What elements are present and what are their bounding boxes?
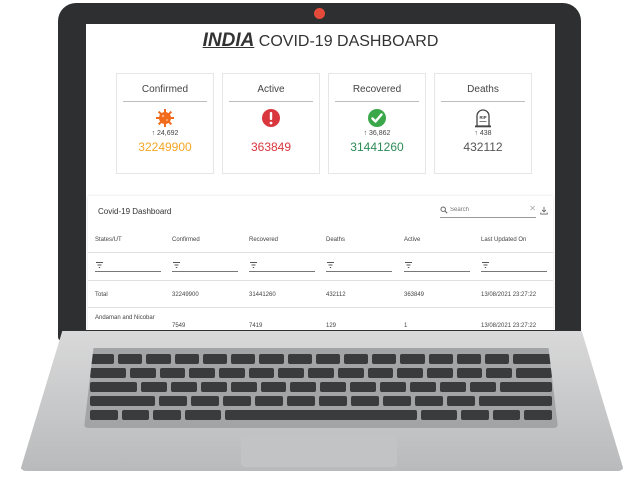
table-cell: Andaman and Nicobar bbox=[95, 315, 155, 321]
column-header-active[interactable]: Active bbox=[404, 237, 420, 243]
card-active[interactable]: Active 0 363849 bbox=[222, 73, 320, 174]
page-title: INDIA COVID-19 DASHBOARD bbox=[86, 30, 555, 52]
filter-input-confirmed[interactable] bbox=[172, 260, 238, 272]
filter-input-active[interactable] bbox=[404, 260, 470, 272]
table-cell: 13/08/2021 23:27:22 bbox=[481, 292, 537, 298]
card-deaths[interactable]: Deaths RIP ↑ 438 432112 bbox=[434, 73, 532, 174]
table-cell: Total bbox=[95, 292, 108, 298]
card-confirmed[interactable]: Confirmed ↑ 24,692 32249900 bbox=[116, 73, 214, 174]
filter-icon bbox=[327, 262, 334, 268]
up-arrow-icon: ↑ bbox=[363, 130, 368, 137]
clear-search-icon[interactable]: ✕ bbox=[529, 204, 536, 213]
card-label: Recovered bbox=[335, 84, 419, 102]
data-table: Covid-19 Dashboard ✕ States/UT Confirmed… bbox=[88, 196, 553, 330]
card-value: 363849 bbox=[250, 140, 292, 154]
check-icon bbox=[368, 109, 386, 127]
webcam-icon bbox=[314, 8, 325, 19]
card-label: Deaths bbox=[441, 84, 525, 102]
delta-value: 36,862 bbox=[369, 130, 391, 137]
search-box: ✕ bbox=[440, 204, 536, 218]
keyboard bbox=[84, 348, 558, 428]
up-arrow-icon: ↑ bbox=[151, 130, 156, 137]
column-header-deaths[interactable]: Deaths bbox=[326, 237, 345, 243]
filter-input-deaths[interactable] bbox=[326, 260, 392, 272]
divider bbox=[88, 252, 553, 253]
filter-input-recovered[interactable] bbox=[249, 260, 315, 272]
column-header-recovered[interactable]: Recovered bbox=[249, 237, 278, 243]
filter-input-last-updated[interactable] bbox=[481, 260, 547, 272]
up-arrow-icon: ↑ bbox=[474, 130, 478, 137]
tombstone-icon: RIP bbox=[475, 109, 491, 128]
delta-value: 438 bbox=[479, 130, 492, 137]
title-brand: INDIA bbox=[202, 30, 255, 51]
tombstone-text: RIP bbox=[480, 115, 487, 120]
search-input[interactable] bbox=[450, 204, 520, 216]
card-label: Active bbox=[229, 84, 313, 102]
card-recovered[interactable]: Recovered ↑ 36,862 31441260 bbox=[328, 73, 426, 174]
card-delta: ↑ 24,692 bbox=[117, 130, 213, 137]
divider bbox=[88, 307, 553, 308]
filter-icon bbox=[96, 262, 103, 268]
title-text: COVID-19 DASHBOARD bbox=[254, 33, 439, 50]
search-icon bbox=[440, 206, 448, 214]
table-cell: 31441260 bbox=[249, 292, 276, 298]
summary-cards: Confirmed ↑ 24,692 32249900 Active 36384… bbox=[116, 73, 532, 174]
laptop-screen: INDIA COVID-19 DASHBOARD Confirmed ↑ 24,… bbox=[86, 24, 555, 330]
card-delta: ↑ 36,862 bbox=[329, 130, 425, 137]
filter-icon bbox=[482, 262, 489, 268]
filter-icon bbox=[250, 262, 257, 268]
delta-value: 24,692 bbox=[157, 130, 179, 137]
table-cell: 432112 bbox=[326, 292, 346, 298]
virus-icon bbox=[156, 109, 174, 127]
card-value: 31441260 bbox=[350, 140, 404, 154]
divider bbox=[88, 280, 553, 281]
download-icon[interactable] bbox=[540, 206, 548, 215]
table-title: Covid-19 Dashboard bbox=[98, 207, 172, 216]
table-cell: 13/08/2021 23:27:22 bbox=[481, 323, 537, 329]
card-label: Confirmed bbox=[123, 84, 207, 102]
column-header-confirmed[interactable]: Confirmed bbox=[172, 237, 200, 243]
table-cell: 7549 bbox=[172, 323, 186, 329]
trackpad bbox=[241, 434, 397, 467]
column-header-last-updated[interactable]: Last Updated On bbox=[481, 237, 526, 243]
table-cell: 32249900 bbox=[172, 292, 199, 298]
card-value: 32249900 bbox=[138, 140, 192, 154]
table-cell: 1 bbox=[404, 323, 408, 329]
table-cell: 7419 bbox=[249, 323, 263, 329]
card-delta: ↑ 438 bbox=[435, 130, 531, 137]
table-cell: 363849 bbox=[404, 292, 425, 298]
column-header-states[interactable]: States/UT bbox=[95, 237, 122, 243]
alert-icon bbox=[262, 109, 280, 127]
filter-input-states[interactable] bbox=[95, 260, 161, 272]
filter-icon bbox=[173, 262, 180, 268]
card-value: 432112 bbox=[463, 140, 503, 154]
filter-icon bbox=[405, 262, 412, 268]
table-cell: 129 bbox=[326, 323, 337, 329]
